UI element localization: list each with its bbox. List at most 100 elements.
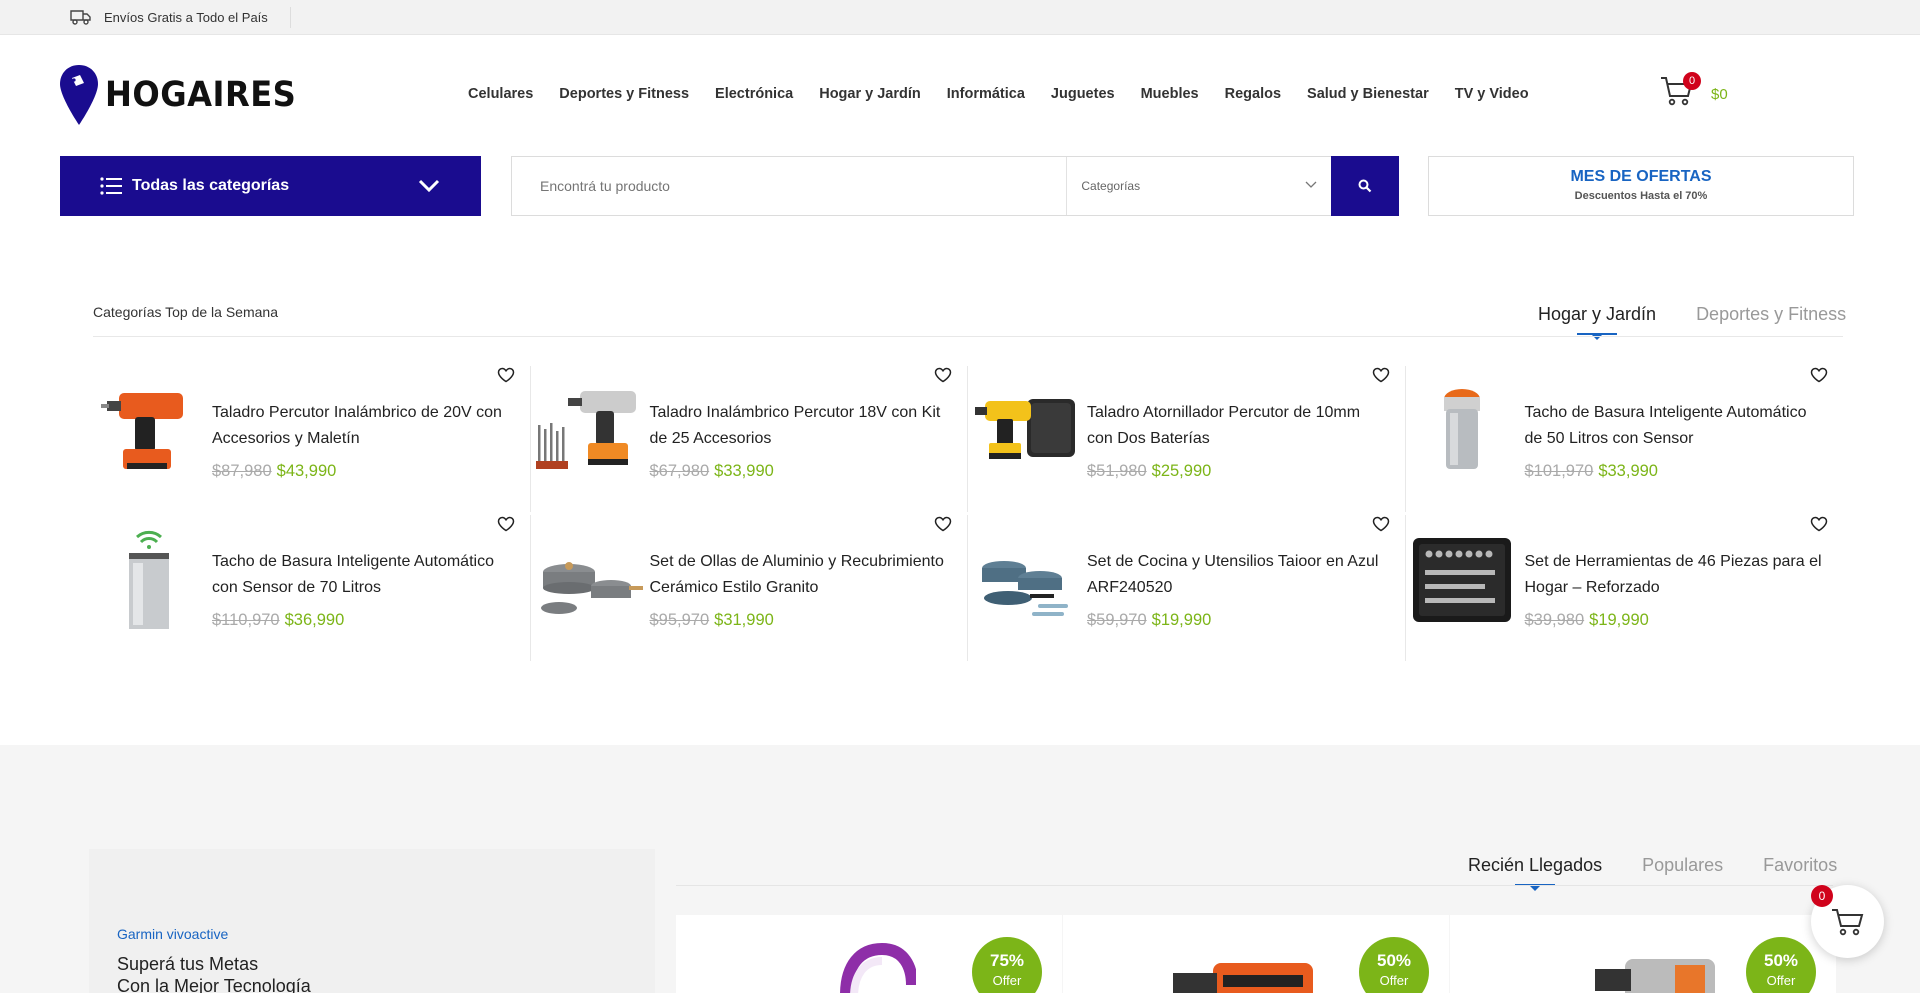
category-tabs: Hogar y Jardín Deportes y Fitness	[1538, 304, 1846, 325]
offer-label: Offer	[992, 973, 1022, 988]
divider	[93, 336, 1843, 337]
heart-icon[interactable]	[1372, 367, 1390, 383]
truck-icon	[70, 10, 91, 25]
header-cart-button[interactable]: 0	[1660, 72, 1701, 112]
product-image[interactable]	[531, 525, 643, 631]
search-button[interactable]	[1331, 156, 1399, 216]
tab-favoritos[interactable]: Favoritos	[1763, 855, 1837, 876]
old-price: $51,980	[1087, 462, 1147, 480]
product-prices: $51,980 $25,990	[1087, 462, 1211, 481]
arrival-card[interactable]: 50% Offer	[1450, 915, 1836, 993]
product-name[interactable]: Taladro Atornillador Percutor de 10mm co…	[1087, 400, 1387, 452]
search-input[interactable]	[512, 157, 1067, 215]
all-categories-button[interactable]: Todas las categorías	[60, 156, 481, 216]
arrivals-tabs: Recién Llegados Populares Favoritos	[1468, 855, 1837, 876]
product-image[interactable]	[826, 935, 916, 993]
product-prices: $59,970 $19,990	[1087, 611, 1211, 630]
feature-brand: Garmin vivoactive	[117, 926, 229, 942]
product-prices: $110,970 $36,990	[212, 611, 344, 630]
product-image[interactable]	[968, 525, 1080, 631]
heart-icon[interactable]	[1810, 516, 1828, 532]
heart-icon[interactable]	[934, 367, 952, 383]
nav-hogar-jardin[interactable]: Hogar y Jardín	[819, 86, 921, 102]
product-card[interactable]: Set de Herramientas de 46 Piezas para el…	[1406, 515, 1844, 661]
top-bar: Envíos Gratis a Todo el País	[0, 0, 1920, 35]
promo-banner[interactable]: MES DE OFERTAS Descuentos Hasta el 70%	[1428, 156, 1854, 216]
old-price: $67,980	[649, 462, 710, 480]
product-card[interactable]: Set de Ollas de Aluminio y Recubrimiento…	[531, 515, 968, 661]
nav-electronica[interactable]: Electrónica	[715, 86, 793, 102]
cart-total: $0	[1711, 86, 1728, 103]
offer-badge: 75% Offer	[972, 937, 1042, 993]
promo-subtitle: Descuentos Hasta el 70%	[1574, 190, 1708, 202]
product-name[interactable]: Set de Ollas de Aluminio y Recubrimiento…	[650, 549, 950, 601]
product-name[interactable]: Set de Cocina y Utensilios Taioor en Azu…	[1087, 549, 1387, 601]
product-card[interactable]: Tacho de Basura Inteligente Automático d…	[1406, 366, 1844, 512]
arrival-card[interactable]: 75% Offer	[676, 915, 1062, 993]
arrival-card[interactable]: 50% Offer	[1063, 915, 1449, 993]
feature-banner[interactable]: Garmin vivoactive Superá tus Metas Con l…	[89, 849, 655, 993]
offer-percent: 50%	[1763, 951, 1799, 970]
offer-badge: 50% Offer	[1746, 937, 1816, 993]
product-card[interactable]: Taladro Atornillador Percutor de 10mm co…	[968, 366, 1406, 512]
main-navigation: Celulares Deportes y Fitness Electrónica…	[468, 86, 1529, 102]
heart-icon[interactable]	[1372, 516, 1390, 532]
product-name[interactable]: Tacho de Basura Inteligente Automático c…	[212, 549, 512, 601]
sale-price: $25,990	[1151, 462, 1212, 480]
feature-headline: Superá tus Metas	[117, 954, 259, 974]
list-icon	[100, 177, 122, 195]
sale-price: $33,990	[1598, 462, 1658, 480]
tab-hogar-jardin[interactable]: Hogar y Jardín	[1538, 304, 1656, 325]
product-image[interactable]	[93, 376, 205, 482]
product-name[interactable]: Taladro Inalámbrico Percutor 18V con Kit…	[650, 400, 950, 452]
promo-title: MES DE OFERTAS	[1570, 168, 1712, 185]
nav-salud-bienestar[interactable]: Salud y Bienestar	[1307, 86, 1429, 102]
brand-name: HOGAIRES	[105, 75, 297, 115]
feature-subheadline: Con la Mejor Tecnología	[117, 976, 311, 993]
product-image[interactable]	[1406, 376, 1518, 482]
divider	[290, 7, 291, 28]
product-card[interactable]: Set de Cocina y Utensilios Taioor en Azu…	[968, 515, 1406, 661]
product-name[interactable]: Taladro Percutor Inalámbrico de 20V con …	[212, 400, 512, 452]
sale-price: $36,990	[284, 611, 345, 629]
sale-price: $19,990	[1589, 611, 1649, 629]
product-name[interactable]: Set de Herramientas de 46 Piezas para el…	[1525, 549, 1825, 601]
offer-percent: 75%	[989, 951, 1025, 970]
offer-label: Offer	[1379, 973, 1409, 988]
tab-recien-llegados[interactable]: Recién Llegados	[1468, 855, 1602, 876]
heart-icon[interactable]	[934, 516, 952, 532]
chevron-down-icon	[418, 179, 440, 193]
shipping-notice: Envíos Gratis a Todo el País	[70, 8, 268, 26]
nav-juguetes[interactable]: Juguetes	[1051, 86, 1115, 102]
cart-count-badge: 0	[1811, 885, 1833, 907]
old-price: $110,970	[212, 611, 280, 629]
site-logo[interactable]: HOGAIRES	[59, 64, 313, 126]
product-image[interactable]	[1406, 525, 1518, 631]
product-image[interactable]	[93, 525, 205, 631]
old-price: $101,970	[1524, 462, 1594, 480]
nav-deportes-fitness[interactable]: Deportes y Fitness	[559, 86, 689, 102]
nav-regalos[interactable]: Regalos	[1225, 86, 1281, 102]
product-name[interactable]: Tacho de Basura Inteligente Automático d…	[1525, 400, 1825, 452]
sale-price: $33,990	[714, 462, 774, 480]
heart-icon[interactable]	[497, 516, 515, 532]
shipping-text: Envíos Gratis a Todo el País	[104, 9, 268, 25]
sale-price: $19,990	[1151, 611, 1212, 629]
nav-informatica[interactable]: Informática	[947, 86, 1025, 102]
product-card[interactable]: Tacho de Basura Inteligente Automático c…	[93, 515, 531, 661]
heart-icon[interactable]	[497, 367, 515, 383]
product-image[interactable]	[531, 376, 643, 482]
heart-icon[interactable]	[1810, 367, 1828, 383]
nav-tv-video[interactable]: TV y Video	[1455, 86, 1529, 102]
location-pin-icon	[60, 65, 98, 125]
product-image[interactable]	[968, 376, 1080, 482]
category-select[interactable]: Categorías	[1066, 157, 1331, 215]
sale-price: $31,990	[714, 611, 774, 629]
nav-muebles[interactable]: Muebles	[1141, 86, 1199, 102]
product-card[interactable]: Taladro Inalámbrico Percutor 18V con Kit…	[531, 366, 968, 512]
tab-populares[interactable]: Populares	[1642, 855, 1723, 876]
product-card[interactable]: Taladro Percutor Inalámbrico de 20V con …	[93, 366, 531, 512]
nav-celulares[interactable]: Celulares	[468, 86, 533, 102]
tab-deportes-fitness[interactable]: Deportes y Fitness	[1696, 304, 1846, 325]
floating-cart-button[interactable]: 0	[1811, 885, 1884, 958]
